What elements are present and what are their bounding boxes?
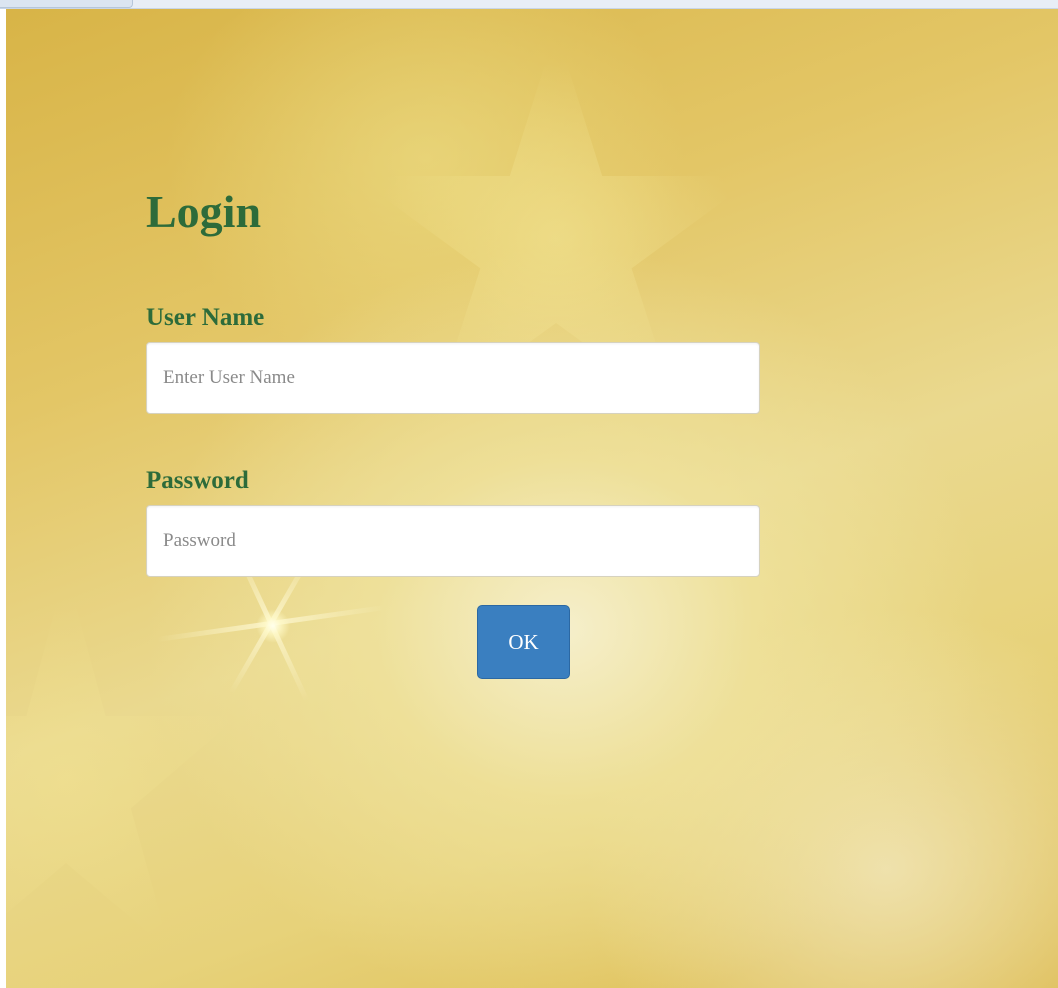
button-row: OK [146, 605, 760, 685]
username-label: User Name [146, 304, 265, 331]
login-form: Login User Name Password OK [146, 189, 760, 685]
username-input[interactable] [146, 342, 760, 414]
password-label: Password [146, 467, 249, 494]
login-page-background: Login User Name Password OK [6, 9, 1058, 988]
browser-top-edge [0, 0, 1058, 9]
ok-button[interactable]: OK [477, 605, 570, 679]
page-title: Login [146, 186, 262, 237]
password-input[interactable] [146, 505, 760, 577]
browser-tab-stub[interactable] [0, 0, 133, 8]
